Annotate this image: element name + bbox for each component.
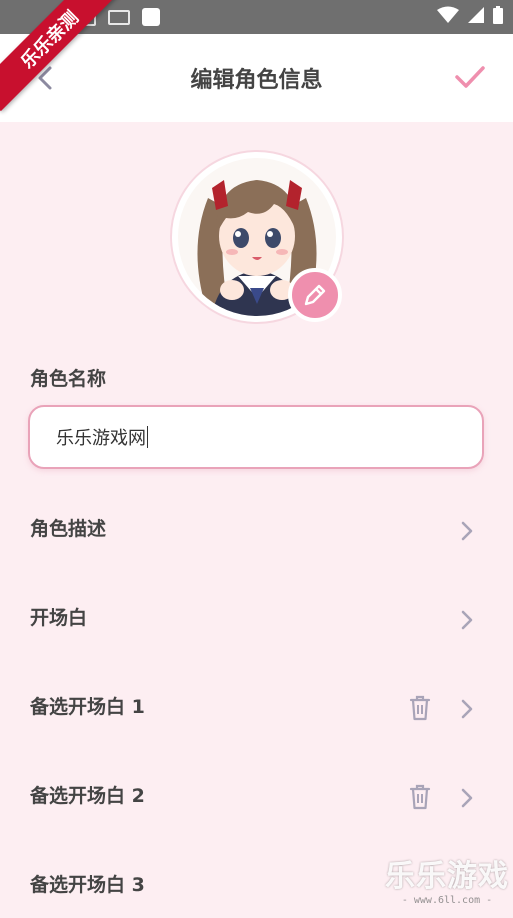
chevron-right-icon bbox=[461, 521, 473, 541]
avatar-container bbox=[172, 152, 342, 322]
wifi-icon bbox=[437, 6, 459, 23]
signal-icon bbox=[468, 7, 484, 23]
watermark-text: 乐乐游戏 bbox=[385, 859, 509, 894]
name-input-value: 乐乐游戏网 bbox=[56, 428, 146, 449]
name-input[interactable]: 乐乐游戏网 bbox=[28, 405, 484, 469]
notification-icon bbox=[142, 8, 160, 26]
name-label: 角色名称 bbox=[30, 368, 107, 390]
keyboard-icon bbox=[108, 9, 130, 25]
trash-icon[interactable] bbox=[408, 783, 432, 811]
row-label: 开场白 bbox=[30, 607, 88, 629]
chevron-right-icon bbox=[461, 788, 473, 808]
row-label: 备选开场白 3 bbox=[30, 874, 145, 896]
row-alt-opening-2[interactable]: 备选开场白 2 bbox=[0, 769, 513, 829]
row-label: 角色描述 bbox=[30, 518, 107, 540]
trash-icon[interactable] bbox=[408, 694, 432, 722]
page-title: 编辑角色信息 bbox=[190, 68, 323, 93]
row-label: 备选开场白 1 bbox=[30, 696, 145, 718]
row-label: 备选开场白 2 bbox=[30, 785, 145, 807]
text-caret bbox=[147, 426, 148, 448]
edit-avatar-button[interactable] bbox=[288, 268, 342, 322]
watermark: 乐乐游戏 - www.6ll.com - bbox=[385, 851, 509, 906]
row-alt-opening-1[interactable]: 备选开场白 1 bbox=[0, 680, 513, 740]
app-bar: 编辑角色信息 bbox=[0, 34, 513, 122]
chevron-right-icon bbox=[461, 699, 473, 719]
battery-icon bbox=[493, 6, 503, 24]
chevron-right-icon bbox=[461, 610, 473, 630]
pencil-icon bbox=[304, 284, 326, 306]
row-opening[interactable]: 开场白 bbox=[0, 591, 513, 651]
row-description[interactable]: 角色描述 bbox=[0, 502, 513, 562]
check-icon bbox=[455, 66, 485, 88]
confirm-button[interactable] bbox=[453, 60, 487, 94]
watermark-url: - www.6ll.com - bbox=[401, 895, 493, 906]
